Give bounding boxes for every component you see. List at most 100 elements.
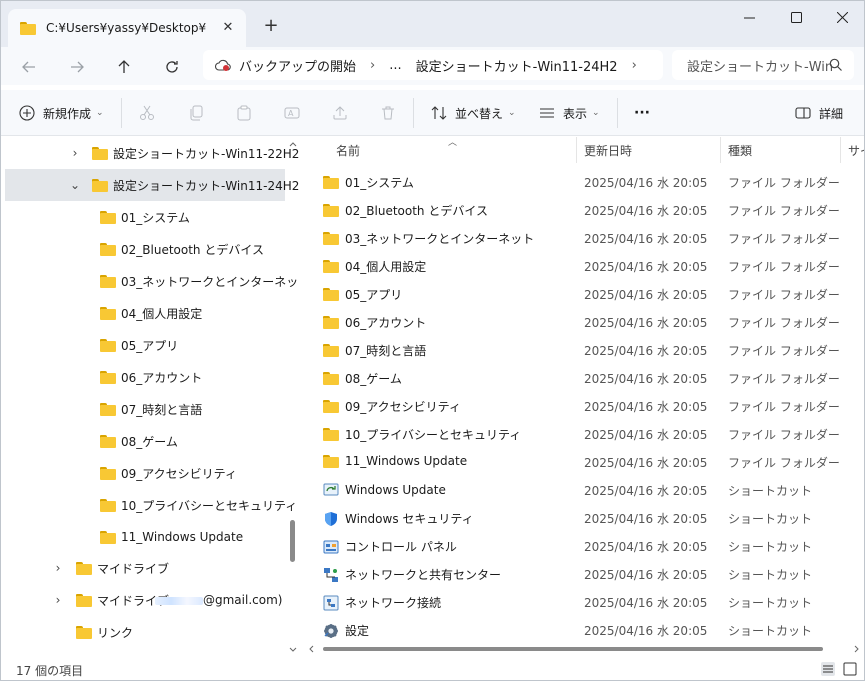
table-row[interactable]: コントロール パネル 2025/04/16 水 20:05 ショートカット xyxy=(303,531,864,559)
view-button[interactable]: 表示 ⌄ xyxy=(539,90,600,136)
table-row[interactable]: 10_プライバシーとセキュリティ 2025/04/16 水 20:05 ファイル… xyxy=(303,419,864,447)
sidebar-item-label: 07_時刻と言語 xyxy=(121,402,203,417)
table-row[interactable]: 08_ゲーム 2025/04/16 水 20:05 ファイル フォルダー xyxy=(303,363,864,391)
tiles-view-icon[interactable] xyxy=(843,662,857,676)
new-button[interactable]: 新規作成 ⌄ xyxy=(19,90,104,136)
table-row[interactable]: ネットワークと共有センター 2025/04/16 水 20:05 ショートカット xyxy=(303,559,864,587)
sidebar-item-mydrive-account[interactable]: › マイドライブ @gmail.com) xyxy=(5,584,285,616)
sidebar-item-accessibility[interactable]: 09_アクセシビリティ xyxy=(5,457,285,489)
file-list-hscrollbar[interactable] xyxy=(303,643,864,655)
table-row[interactable]: 03_ネットワークとインターネット 2025/04/16 水 20:05 ファイ… xyxy=(303,223,864,251)
search-input[interactable]: 設定ショートカット-Win xyxy=(672,50,854,80)
table-row[interactable]: 05_アプリ 2025/04/16 水 20:05 ファイル フォルダー xyxy=(303,279,864,307)
table-row[interactable]: 07_時刻と言語 2025/04/16 水 20:05 ファイル フォルダー xyxy=(303,335,864,363)
windows-update-icon xyxy=(323,483,339,496)
chevron-right-icon[interactable]: › xyxy=(51,561,65,575)
sidebar-item-suffix: @gmail.com) xyxy=(203,593,283,607)
table-row[interactable]: 06_アカウント 2025/04/16 水 20:05 ファイル フォルダー xyxy=(303,307,864,335)
sidebar-item-links[interactable]: リンク xyxy=(5,616,285,648)
maximize-button[interactable] xyxy=(773,1,819,33)
sidebar-item-mydrive[interactable]: › マイドライブ xyxy=(5,552,285,584)
clipboard-icon xyxy=(237,105,251,121)
sidebar-item-network[interactable]: 03_ネットワークとインターネット xyxy=(5,265,301,297)
folder-icon xyxy=(323,260,339,273)
sidebar-item-label: 06_アカウント xyxy=(121,370,203,385)
sort-label: 並べ替え xyxy=(455,106,504,121)
navigation-scrollbar[interactable] xyxy=(287,137,299,657)
item-count: 17 個の項目 xyxy=(16,664,84,678)
scrollbar-thumb xyxy=(290,520,295,562)
forward-button[interactable] xyxy=(65,55,89,79)
table-row[interactable]: 04_個人用設定 2025/04/16 水 20:05 ファイル フォルダー xyxy=(303,251,864,279)
sidebar-item-label: 08_ゲーム xyxy=(121,434,178,449)
sidebar-item-privacy[interactable]: 10_プライバシーとセキュリティ xyxy=(5,489,297,521)
file-type: ショートカット xyxy=(728,512,813,526)
sidebar-item-accounts[interactable]: 06_アカウント xyxy=(5,361,285,393)
paste-button[interactable] xyxy=(236,90,252,136)
chevron-right-icon[interactable]: › xyxy=(68,146,82,160)
sidebar-item-win11-24h2[interactable]: ⌄ 設定ショートカット-Win11-24H2 xyxy=(5,169,299,201)
column-header-type[interactable]: 種類 xyxy=(721,137,841,163)
sidebar-item-win11-22h2[interactable]: › 設定ショートカット-Win11-22H2 xyxy=(5,137,300,169)
up-button[interactable] xyxy=(112,55,136,79)
folder-icon xyxy=(100,466,116,480)
table-row[interactable]: 11_Windows Update 2025/04/16 水 20:05 ファイ… xyxy=(303,447,864,475)
table-row[interactable]: 02_Bluetooth とデバイス 2025/04/16 水 20:05 ファ… xyxy=(303,195,864,223)
sidebar-item-label: 01_システム xyxy=(121,210,190,225)
file-name: Windows セキュリティ xyxy=(345,512,474,526)
new-tab-button[interactable]: + xyxy=(259,14,283,38)
file-type: ショートカット xyxy=(728,624,813,638)
file-type: ショートカット xyxy=(728,540,813,554)
file-date: 2025/04/16 水 20:05 xyxy=(584,232,708,246)
minimize-button[interactable] xyxy=(726,1,772,33)
breadcrumb-item[interactable]: 設定ショートカット-Win11-24H2 xyxy=(416,56,618,75)
folder-icon xyxy=(323,454,339,468)
chevron-down-icon[interactable]: ⌄ xyxy=(68,178,82,192)
rename-button[interactable]: A xyxy=(284,90,300,136)
table-row[interactable]: ネットワーク接続 2025/04/16 水 20:05 ショートカット xyxy=(303,587,864,615)
sort-button[interactable]: 並べ替え ⌄ xyxy=(431,90,516,136)
sidebar-item-label: 05_アプリ xyxy=(121,338,179,353)
cut-button[interactable] xyxy=(139,90,155,136)
file-date: 2025/04/16 水 20:05 xyxy=(584,568,708,582)
file-date: 2025/04/16 水 20:05 xyxy=(584,624,708,638)
table-row[interactable]: Windows Update 2025/04/16 水 20:05 ショートカッ… xyxy=(303,475,864,503)
scrollbar-thumb xyxy=(323,647,823,651)
sidebar-item-personalization[interactable]: 04_個人用設定 xyxy=(5,297,285,329)
sidebar-item-system[interactable]: 01_システム xyxy=(5,201,285,233)
folder-icon xyxy=(323,204,339,217)
breadcrumb[interactable]: バックアップの開始 › ... 設定ショートカット-Win11-24H2 › xyxy=(203,50,663,80)
more-options-button[interactable]: ··· xyxy=(634,90,650,136)
back-button[interactable] xyxy=(17,55,41,79)
refresh-button[interactable] xyxy=(160,55,184,79)
chevron-right-icon[interactable]: › xyxy=(370,58,375,73)
sidebar-item-apps[interactable]: 05_アプリ xyxy=(5,329,285,361)
column-header-name[interactable]: 名前 xyxy=(303,137,577,163)
sidebar-item-windows-update[interactable]: 11_Windows Update xyxy=(5,521,285,553)
chevron-right-icon[interactable]: › xyxy=(51,593,65,607)
table-row[interactable]: 01_システム 2025/04/16 水 20:05 ファイル フォルダー xyxy=(303,167,864,195)
column-header-size[interactable]: サイ xyxy=(841,137,864,163)
table-row[interactable]: 設定 2025/04/16 水 20:05 ショートカット xyxy=(303,615,864,643)
column-header-date[interactable]: 更新日時 xyxy=(577,137,721,163)
sidebar-item-label: 11_Windows Update xyxy=(121,530,244,544)
explorer-tab[interactable]: C:¥Users¥yassy¥Desktop¥Sho ✕ xyxy=(8,9,246,47)
details-pane-button[interactable]: 詳細 xyxy=(795,90,843,136)
share-button[interactable] xyxy=(332,90,348,136)
sidebar-item-bluetooth[interactable]: 02_Bluetooth とデバイス xyxy=(5,233,285,265)
delete-button[interactable] xyxy=(380,90,396,136)
details-view-icon[interactable] xyxy=(821,662,835,676)
breadcrumb-item[interactable]: バックアップの開始 xyxy=(239,56,356,75)
table-row[interactable]: 09_アクセシビリティ 2025/04/16 水 20:05 ファイル フォルダ… xyxy=(303,391,864,419)
file-date: 2025/04/16 水 20:05 xyxy=(584,204,708,218)
chevron-right-icon[interactable]: › xyxy=(632,58,637,73)
breadcrumb-overflow[interactable]: ... xyxy=(389,58,401,73)
sidebar-item-time-language[interactable]: 07_時刻と言語 xyxy=(5,393,285,425)
sidebar-item-gaming[interactable]: 08_ゲーム xyxy=(5,425,285,457)
close-window-button[interactable] xyxy=(819,1,864,33)
table-row[interactable]: Windows セキュリティ 2025/04/16 水 20:05 ショートカッ… xyxy=(303,503,864,531)
copy-button[interactable] xyxy=(188,90,204,136)
close-tab-icon[interactable]: ✕ xyxy=(218,18,238,38)
tab-title: C:¥Users¥yassy¥Desktop¥Sho xyxy=(46,21,206,35)
file-date: 2025/04/16 水 20:05 xyxy=(584,596,708,610)
